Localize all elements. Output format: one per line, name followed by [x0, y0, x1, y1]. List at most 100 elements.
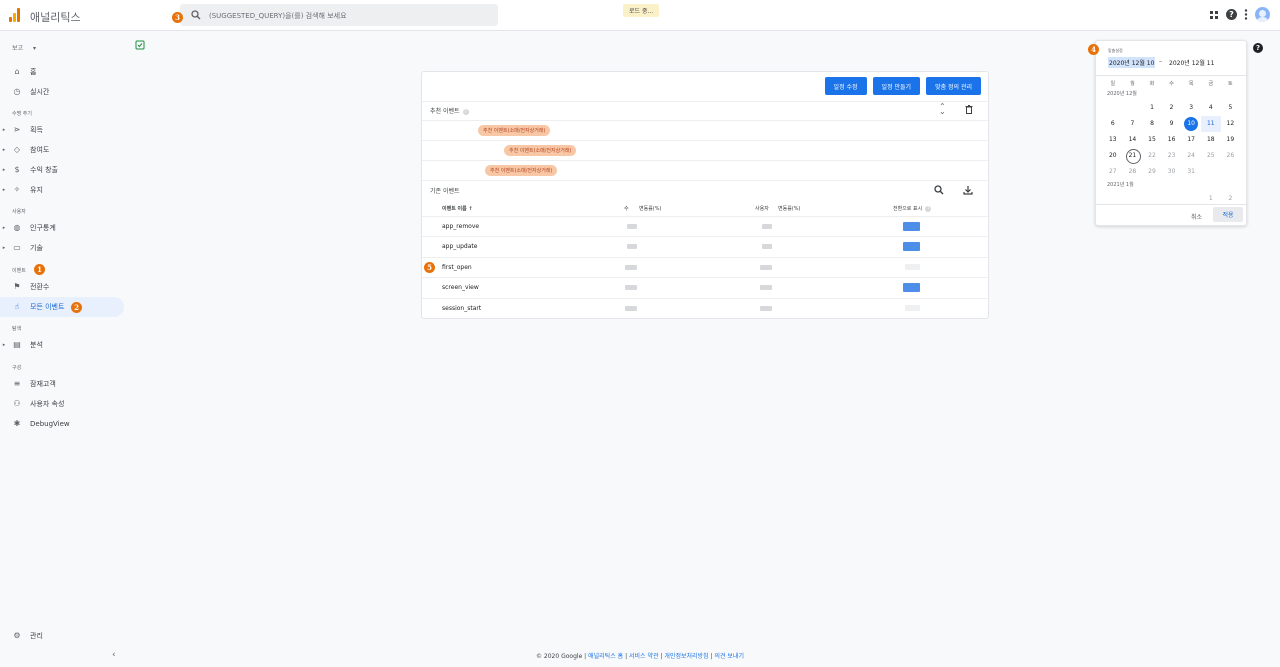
calendar-day[interactable]: 5 — [1221, 100, 1241, 116]
calendar-day[interactable]: 23 — [1162, 148, 1182, 164]
search-icon[interactable] — [934, 185, 944, 195]
manage-custom-definitions-button[interactable]: 맞춤 정의 관리 — [926, 77, 981, 95]
app-title[interactable]: 애널리틱스 — [30, 9, 81, 25]
weekday-label: 토 — [1228, 81, 1233, 87]
sidebar-item-audiences[interactable]: ≡ 잠재고객 — [0, 374, 124, 394]
users-value — [760, 265, 772, 270]
sidebar-item-demographics[interactable]: ▸ ◍ 인구통계 — [0, 218, 124, 238]
calendar-day[interactable]: 13 — [1103, 132, 1123, 148]
conversion-toggle[interactable] — [903, 242, 920, 251]
sidebar-item-label: 유지 — [30, 186, 43, 194]
create-event-button[interactable]: 일정 만들기 — [872, 77, 921, 95]
calendar-day[interactable]: 7 — [1123, 116, 1143, 132]
calendar-day[interactable]: 2 — [1162, 100, 1182, 116]
sidebar-item-tech[interactable]: ▸ ▭ 기술 — [0, 238, 124, 258]
calendar-day[interactable]: 6 — [1103, 116, 1123, 132]
sidebar-item-conversions[interactable]: ⚑ 전환수 — [0, 277, 124, 297]
calendar-day[interactable]: 16 — [1162, 132, 1182, 148]
sidebar-item-user-properties[interactable]: ⚇ 사용자 속성 — [0, 394, 124, 414]
conversion-toggle[interactable] — [905, 264, 920, 270]
recommended-event-chip[interactable]: 추천 이벤트(소매/전자상거래) — [478, 125, 551, 136]
calendar-day[interactable]: 27 — [1103, 164, 1123, 180]
calendar-day[interactable]: 18 — [1201, 132, 1221, 148]
end-date-field[interactable]: 2020년 12월 11 — [1169, 58, 1214, 67]
calendar-day[interactable]: 9 — [1162, 116, 1182, 132]
search-bar[interactable]: (SUGGESTED_QUERY)을(를) 검색해 보세요 — [180, 4, 498, 26]
calendar-day[interactable]: 3 — [1181, 100, 1201, 116]
footer-link-home[interactable]: 애널리틱스 홈 — [588, 653, 623, 660]
calendar-day[interactable]: 14 — [1123, 132, 1143, 148]
analytics-logo[interactable] — [9, 8, 21, 22]
calendar-day[interactable]: 28 — [1123, 164, 1143, 180]
footer-link-terms[interactable]: 서비스 약관 — [629, 653, 659, 660]
help-icon[interactable]: ? — [462, 108, 469, 115]
start-date-field[interactable]: 2020년 12월 10 — [1108, 57, 1156, 68]
apps-grid-icon[interactable] — [1209, 10, 1219, 20]
sidebar-item-realtime[interactable]: ◷ 실시간 — [0, 82, 124, 102]
recommended-event-chip[interactable]: 추천 이벤트(소매/전자상거래) — [504, 145, 577, 156]
month-grid: 1 2 3 4 5 6 7 8 9 10 11 12 13 14 15 16 17 18 19 20 21 22 23 24 2… — [1103, 100, 1242, 180]
sidebar-item-label: 관리 — [30, 632, 43, 640]
event-name[interactable]: first_open — [442, 264, 472, 271]
sidebar-item-analysis[interactable]: ▸ ▤ 분석 — [0, 335, 124, 355]
calendar-day[interactable]: 31 — [1181, 164, 1201, 180]
calendar-day[interactable]: 30 — [1162, 164, 1182, 180]
cancel-button[interactable]: 취소 — [1191, 212, 1202, 221]
calendar-day[interactable]: 21 — [1123, 148, 1143, 164]
column-header-event-name[interactable]: 이벤트 이름 ↑ — [442, 205, 473, 212]
column-header-count[interactable]: 수 — [624, 205, 629, 212]
conversion-toggle[interactable] — [905, 305, 920, 311]
sidebar-item-debugview[interactable]: ✱ DebugView — [0, 414, 124, 434]
calendar-day[interactable]: 11 — [1200, 116, 1221, 132]
conversion-toggle[interactable] — [903, 283, 920, 292]
calendar-day[interactable]: 15 — [1142, 132, 1162, 148]
event-name[interactable]: screen_view — [442, 284, 479, 291]
help-icon[interactable]: ? — [1253, 43, 1263, 53]
calendar-day[interactable]: 20 — [1103, 148, 1123, 164]
calendar-day[interactable]: 26 — [1221, 148, 1241, 164]
download-icon[interactable] — [963, 185, 973, 195]
calendar-day[interactable]: 24 — [1181, 148, 1201, 164]
calendar-day[interactable]: 22 — [1142, 148, 1162, 164]
sidebar-item-label: 인구통계 — [30, 224, 56, 232]
recommended-event-chip[interactable]: 추천 이벤트(소매/전자상거래) — [485, 165, 558, 176]
apply-button[interactable]: 적용 — [1213, 207, 1243, 222]
expand-collapse-icon[interactable]: ⌃ ⌄ — [939, 103, 946, 116]
sidebar-item-retention[interactable]: ▸ ✧ 유지 — [0, 180, 124, 200]
calendar-day[interactable]: 4 — [1201, 100, 1221, 116]
gear-icon: ⚙ — [13, 631, 21, 640]
checklist-icon[interactable] — [135, 40, 145, 50]
calendar-day[interactable]: 25 — [1201, 148, 1221, 164]
footer-link-feedback[interactable]: 의견 보내기 — [714, 653, 744, 660]
weekday-label: 월 — [1130, 81, 1135, 87]
sidebar-item-monetization[interactable]: ▸ $ 수익 창출 — [0, 160, 124, 180]
edit-event-button[interactable]: 일정 수정 — [824, 77, 867, 95]
account-avatar[interactable] — [1255, 7, 1270, 22]
event-name[interactable]: app_update — [442, 243, 477, 250]
copyright: © 2020 Google | — [536, 653, 587, 660]
sidebar-item-engagement[interactable]: ▸ ◇ 참여도 — [0, 140, 124, 160]
calendar-day[interactable]: 12 — [1221, 116, 1241, 132]
sidebar-item-home[interactable]: ⌂ 홈 — [0, 62, 124, 82]
conversion-toggle[interactable] — [903, 222, 920, 231]
help-icon[interactable]: ? — [1226, 9, 1237, 20]
event-name[interactable]: app_remove — [442, 223, 479, 230]
event-name[interactable]: session_start — [442, 305, 481, 312]
calendar-day[interactable]: 10 — [1181, 116, 1201, 132]
footer-link-privacy[interactable]: 개인정보처리방침 — [664, 653, 708, 660]
help-icon[interactable]: ? — [925, 205, 932, 212]
sidebar-item-all-events[interactable]: ☝ 모든 이벤트 — [0, 297, 124, 317]
count-value — [625, 306, 637, 311]
calendar-day[interactable]: 19 — [1221, 132, 1241, 148]
more-vert-icon[interactable] — [1244, 9, 1248, 20]
calendar-day[interactable]: 29 — [1142, 164, 1162, 180]
sidebar-item-acquisition[interactable]: ▸ ⋗ 획득 — [0, 120, 124, 140]
column-header-users[interactable]: 사용자 — [755, 205, 769, 212]
calendar-day[interactable]: 1 — [1142, 100, 1162, 116]
calendar-day[interactable]: 17 — [1181, 132, 1201, 148]
calendar-day[interactable]: 8 — [1142, 116, 1162, 132]
day-number: 21 — [1128, 152, 1137, 159]
delete-icon[interactable] — [965, 105, 973, 114]
report-dropdown[interactable]: 보고 ▾ — [12, 43, 36, 52]
sidebar-item-admin[interactable]: ⚙ 관리 — [0, 626, 124, 646]
